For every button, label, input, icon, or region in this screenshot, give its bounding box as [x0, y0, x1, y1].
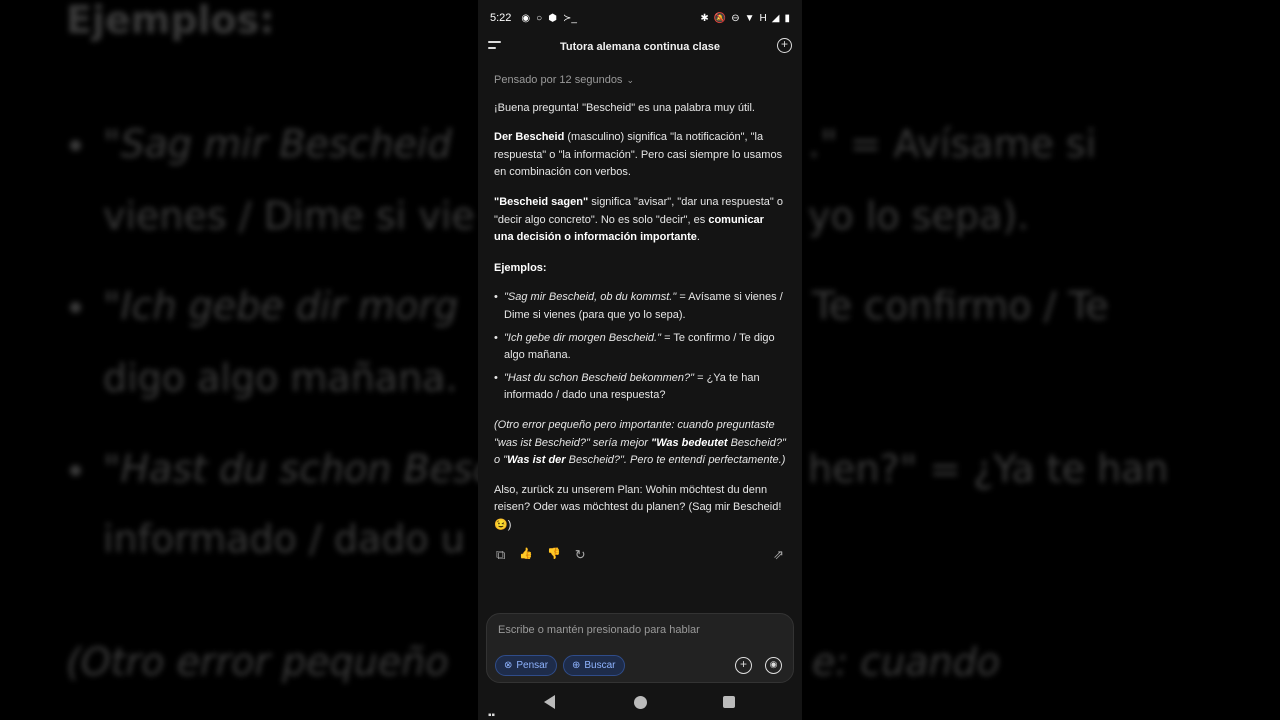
- notification-icon: ○: [536, 12, 543, 24]
- bg-line: e: cuando: [812, 640, 1000, 684]
- bg-bullet: [70, 465, 81, 476]
- grid-icon: ▪▪: [488, 710, 496, 720]
- bg-line: informado / dado u: [103, 517, 465, 561]
- system-nav-bar: ▪▪: [478, 690, 802, 720]
- bg-heading: Ejemplos:: [66, 0, 275, 42]
- intro-paragraph: ¡Buena pregunta! "Bescheid" es una palab…: [494, 101, 755, 114]
- globe-icon: ⊕: [572, 660, 581, 671]
- bg-line: "Hast du schon Besc: [103, 447, 494, 491]
- network-type-icon: H: [759, 12, 767, 24]
- attach-plus-icon[interactable]: +: [735, 657, 752, 674]
- note-bold: Was ist der: [507, 454, 566, 467]
- status-left-icons: ◉ ○ ⬢ ≻_: [521, 13, 576, 24]
- definition-paragraph: Der Bescheid (masculino) significa "la n…: [494, 129, 786, 182]
- recents-icon[interactable]: [723, 696, 735, 708]
- copy-icon[interactable]: ⧉: [496, 546, 505, 564]
- new-chat-icon[interactable]: +: [777, 38, 792, 53]
- german-example: "Sag mir Bescheid, ob du kommst.": [504, 291, 677, 304]
- top-bar: Tutora alemana continua clase +: [478, 36, 802, 58]
- note-bold: "Was bedeutet: [650, 436, 728, 449]
- correction-note: (Otro error pequeño pero importante: cua…: [494, 417, 786, 470]
- assistant-message: Pensado por 12 segundos ⌄ ¡Buena pregunta…: [478, 72, 802, 564]
- thought-label: Pensado por 12 segundos: [494, 74, 623, 86]
- status-bar: 5:22 ◉ ○ ⬢ ≻_ ✱ 🔕 ⊖ ▼ H ◢ ▮: [478, 0, 802, 36]
- bg-bullet: [70, 302, 81, 313]
- notification-icon: ⬢: [548, 12, 557, 24]
- battery-icon: ▮: [784, 12, 790, 24]
- list-item: "Ich gebe dir morgen Bescheid." = Te con…: [494, 330, 786, 365]
- examples-heading: Ejemplos:: [494, 261, 547, 274]
- usage-paragraph: "Bescheid sagen" significa "avisar", "da…: [494, 194, 786, 247]
- status-right-icons: ✱ 🔕 ⊖ ▼ H ◢ ▮: [700, 13, 790, 24]
- list-item: "Hast du schon Bescheid bekommen?" = ¿Ya…: [494, 370, 786, 405]
- mute-icon: 🔕: [713, 12, 727, 24]
- think-label: Pensar: [516, 660, 549, 671]
- bg-line: hen?" = ¿Ya te han: [808, 447, 1169, 491]
- thumbs-down-icon[interactable]: 👎: [547, 546, 561, 564]
- home-icon[interactable]: [634, 696, 647, 709]
- bg-line: digo algo mañana.: [103, 356, 458, 400]
- message-composer: Escribe o mantén presionado para hablar …: [486, 613, 794, 683]
- message-actions: ⧉ 👍 👎 ↻ ⇗: [494, 546, 786, 564]
- thought-toggle[interactable]: Pensado por 12 segundos ⌄: [494, 72, 786, 90]
- bg-bullet: [70, 140, 81, 151]
- examples-list: "Sag mir Bescheid, ob du kommst." = Avís…: [494, 289, 786, 405]
- bg-line: Te confirmo / Te: [812, 284, 1109, 328]
- bg-line: ." = Avísame si: [808, 122, 1097, 166]
- signal-icon: ◢: [771, 12, 780, 24]
- status-time: 5:22: [490, 12, 512, 24]
- note-text: Bescheid?". Pero te entendí perfectament…: [565, 454, 786, 467]
- terminal-icon: ≻_: [562, 12, 577, 24]
- bold-term: Der Bescheid: [494, 131, 565, 144]
- paragraph-text: .: [696, 231, 700, 244]
- regenerate-icon[interactable]: ↻: [575, 546, 586, 564]
- bg-line: "Ich gebe dir morg: [103, 284, 459, 328]
- notification-icon: ◉: [521, 12, 531, 24]
- chevron-down-icon: ⌄: [626, 75, 634, 85]
- think-button[interactable]: ⊗ Pensar: [495, 655, 558, 676]
- german-example: "Ich gebe dir morgen Bescheid.": [504, 331, 662, 344]
- bg-line: "Sag mir Bescheid: [103, 122, 452, 166]
- search-label: Buscar: [584, 660, 616, 671]
- list-item: "Sag mir Bescheid, ob du kommst." = Avís…: [494, 289, 786, 324]
- message-input[interactable]: Escribe o mantén presionado para hablar: [498, 624, 700, 636]
- search-button[interactable]: ⊕ Buscar: [563, 655, 625, 676]
- bg-line: yo lo sepa).: [808, 194, 1030, 238]
- bg-line: (Otro error pequeño: [66, 640, 449, 684]
- dnd-icon: ⊖: [731, 12, 740, 24]
- voice-icon[interactable]: ◉: [765, 657, 782, 674]
- closing-paragraph: Also, zurück zu unserem Plan: Wohin möch…: [494, 483, 782, 531]
- bg-line: vienes / Dime si vie: [103, 194, 475, 238]
- share-icon[interactable]: ⇗: [773, 546, 784, 564]
- chat-title: Tutora alemana continua clase: [560, 41, 720, 53]
- wifi-icon: ▼: [744, 12, 755, 24]
- think-icon: ⊗: [504, 660, 513, 671]
- bold-term: "Bescheid sagen": [494, 195, 589, 208]
- thumbs-up-icon[interactable]: 👍: [519, 546, 533, 564]
- german-example: "Hast du schon Bescheid bekommen?": [504, 371, 695, 384]
- back-icon[interactable]: [544, 695, 555, 709]
- phone-screen: 5:22 ◉ ○ ⬢ ≻_ ✱ 🔕 ⊖ ▼ H ◢ ▮ Tutora alema…: [478, 0, 802, 720]
- bluetooth-icon: ✱: [700, 12, 709, 24]
- menu-icon[interactable]: [488, 39, 504, 53]
